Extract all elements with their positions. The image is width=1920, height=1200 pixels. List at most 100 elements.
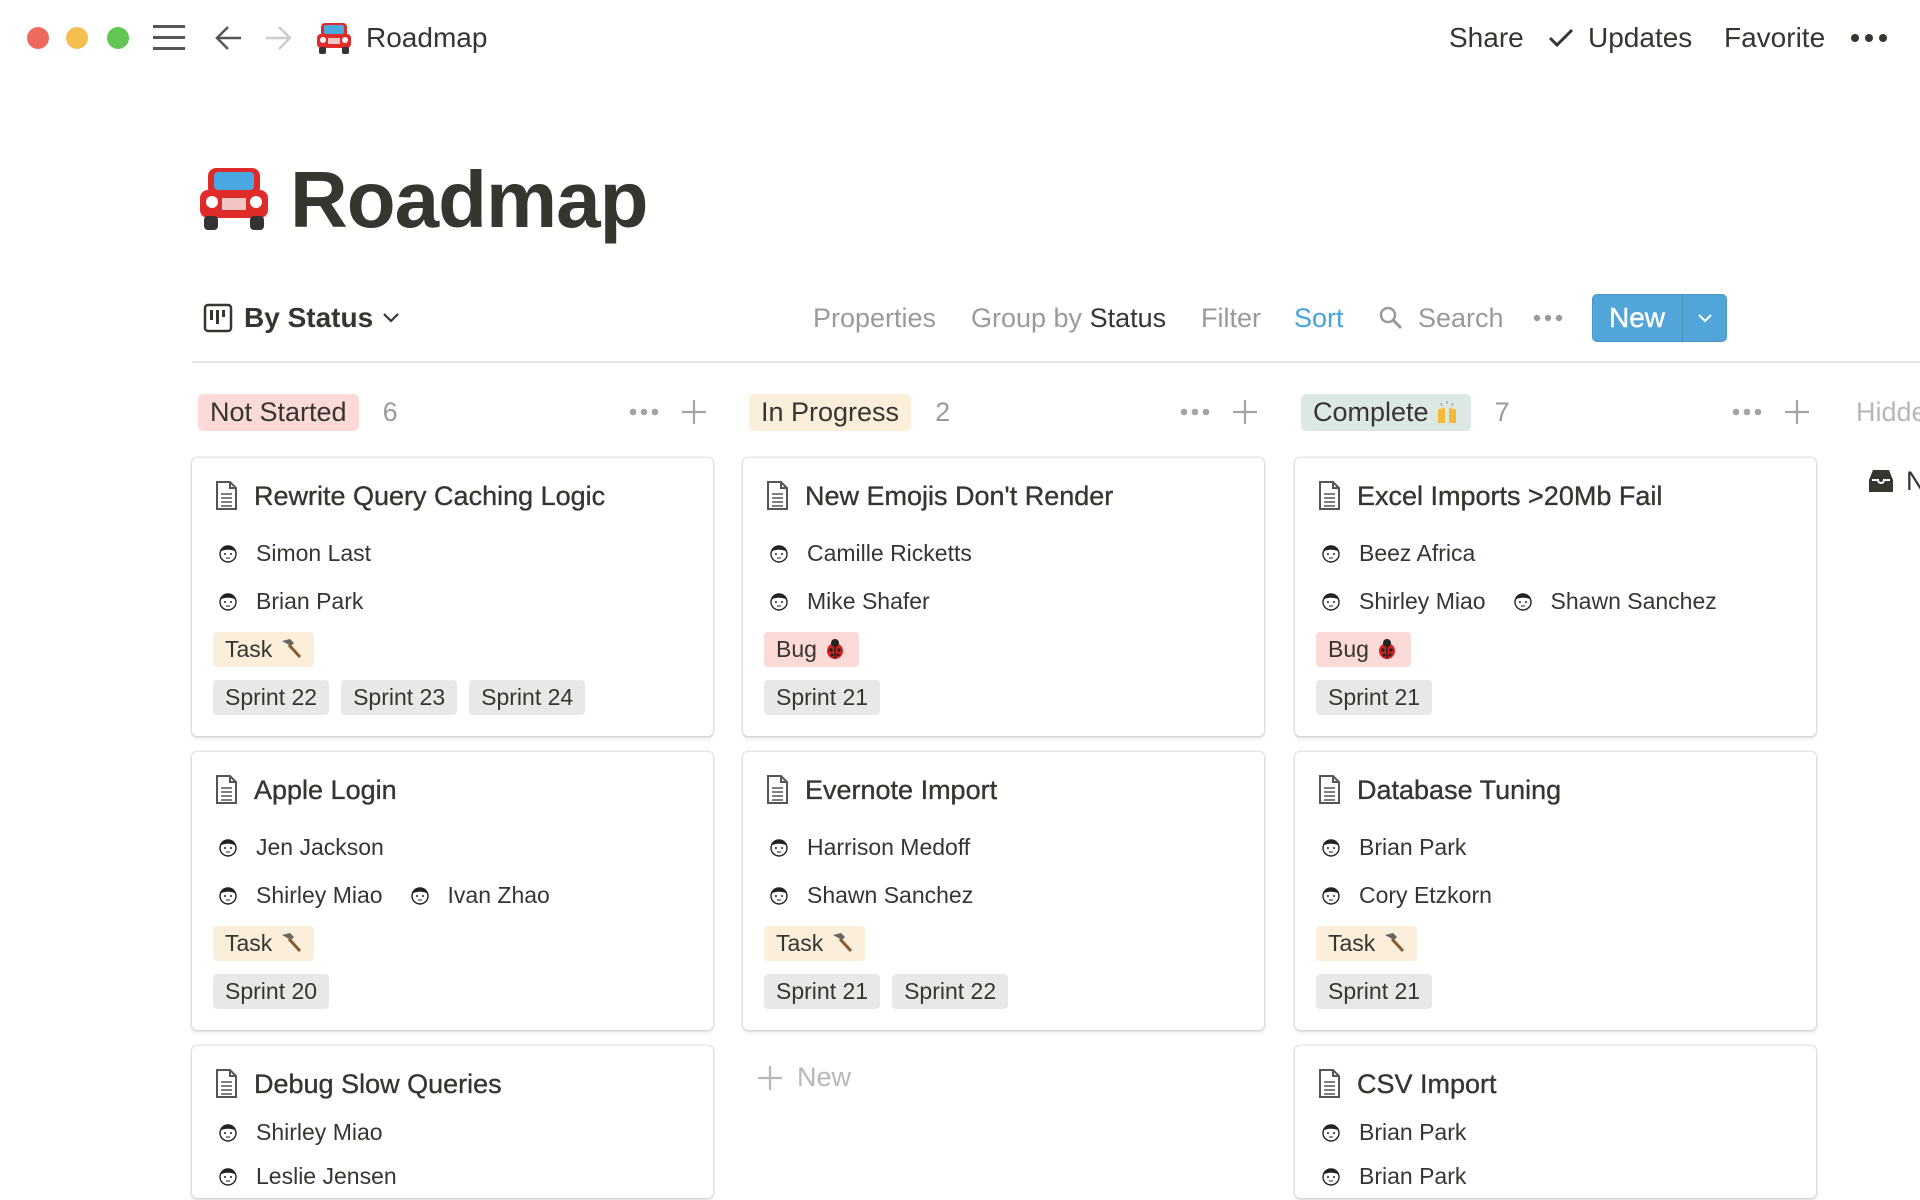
sprint-row: Sprint 21: [1316, 673, 1796, 721]
type-tag: Task: [213, 631, 315, 667]
board-card[interactable]: Excel Imports >20Mb Fail Beez Africa Shirl…: [1295, 458, 1816, 736]
person-row: Brian Park: [1316, 1110, 1796, 1154]
person-row: Shirley Miao Shawn Sanchez: [1316, 577, 1796, 625]
board-view-icon: [203, 303, 233, 333]
back-arrow-icon[interactable]: [215, 24, 243, 52]
group-tag-in-progress[interactable]: In Progress: [749, 393, 912, 431]
person-row: Brian Park: [213, 577, 693, 625]
board-card[interactable]: CSV Import Brian Park Brian Park: [1295, 1046, 1816, 1198]
sprint-tag: Sprint 20: [213, 973, 330, 1009]
avatar-icon: [1322, 887, 1340, 905]
group-by-button[interactable]: Group by Status: [971, 300, 1166, 336]
page-icon: [1319, 1069, 1340, 1098]
sprint-tag: Sprint 21: [764, 973, 881, 1009]
card-title: Excel Imports >20Mb Fail: [1357, 480, 1663, 511]
group-add-icon[interactable]: [1232, 399, 1258, 425]
group-header: Complete 7: [1301, 393, 1822, 431]
forward-arrow-icon[interactable]: [264, 24, 292, 52]
sprint-tag: Sprint 21: [764, 679, 881, 715]
person-name: Shawn Sanchez: [807, 881, 974, 908]
group-add-icon[interactable]: [1784, 399, 1810, 425]
group-actions: [1732, 399, 1810, 425]
group-count: 2: [935, 396, 951, 427]
new-button-group: New: [1592, 294, 1727, 342]
person-row: Brian Park: [1316, 823, 1796, 871]
close-window-button[interactable]: [27, 27, 49, 49]
menu-icon[interactable]: [153, 24, 185, 52]
board-card[interactable]: Debug Slow Queries Shirley Miao Leslie Jen…: [192, 1046, 713, 1198]
group-add-icon[interactable]: [681, 399, 707, 425]
board-card[interactable]: Database Tuning Brian Park Cory Etzkorn Tas…: [1295, 752, 1816, 1030]
hidden-group-item[interactable]: N: [1906, 462, 1920, 500]
board-card[interactable]: Apple Login Jen Jackson Shirley Miao Ivan Z…: [192, 752, 713, 1030]
favorite-button[interactable]: Favorite: [1724, 20, 1825, 56]
add-new-card-button[interactable]: New: [757, 1062, 851, 1093]
avatar-icon: [1322, 1168, 1340, 1186]
person-name: Brian Park: [1359, 833, 1467, 860]
card-title-row: CSV Import: [1316, 1064, 1796, 1104]
view-more-icon[interactable]: [1533, 314, 1563, 322]
page-icon: [216, 775, 237, 804]
person-name: Cory Etzkorn: [1359, 881, 1492, 908]
person-name: Mike Shafer: [807, 587, 930, 614]
hammer-icon: [1385, 933, 1405, 953]
person-row: Jen Jackson: [213, 823, 693, 871]
filter-button[interactable]: Filter: [1201, 300, 1261, 336]
car-icon: [317, 23, 351, 54]
share-button[interactable]: Share: [1449, 20, 1524, 56]
group-tag-not-started[interactable]: Not Started: [198, 393, 359, 431]
person: Ivan Zhao: [405, 882, 550, 909]
card-title-row: Database Tuning: [1316, 770, 1796, 810]
new-dropdown-button[interactable]: [1682, 294, 1727, 342]
page-icon-car[interactable]: [196, 164, 272, 232]
avatar-icon: [219, 1124, 237, 1142]
card-title: Evernote Import: [805, 774, 998, 805]
board-card[interactable]: Rewrite Query Caching Logic Simon Last Bri…: [192, 458, 713, 736]
avatar-icon: [410, 887, 429, 905]
type-tag: Task: [1316, 925, 1418, 961]
raised-hands-icon: [1437, 401, 1456, 423]
hammer-icon: [833, 933, 853, 953]
properties-button[interactable]: Properties: [813, 300, 936, 336]
person-name: Simon Last: [256, 539, 372, 566]
sprint-tag: Sprint 21: [1316, 679, 1433, 715]
sort-button[interactable]: Sort: [1294, 300, 1344, 336]
type-row: Bug: [1316, 625, 1796, 673]
person-name: Jen Jackson: [256, 833, 384, 860]
card-title-row: Evernote Import: [764, 770, 1244, 810]
group-header: In Progress 2: [749, 393, 1270, 431]
search-button[interactable]: Search: [1418, 300, 1504, 336]
group-more-icon[interactable]: [1180, 408, 1210, 416]
group-tag-complete[interactable]: Complete: [1301, 393, 1471, 431]
type-tag: Bug: [1316, 631, 1411, 667]
page-icon: [216, 1069, 237, 1098]
minimize-window-button[interactable]: [66, 27, 88, 49]
person: Simon Last: [213, 540, 371, 567]
card-title-row: Apple Login: [213, 770, 693, 810]
hidden-groups-label[interactable]: Hidden: [1856, 393, 1920, 431]
page-icon: [1319, 481, 1340, 510]
person-name: Ivan Zhao: [447, 881, 550, 908]
group-count: 7: [1494, 396, 1510, 427]
person: Jen Jackson: [213, 834, 384, 861]
breadcrumb-title[interactable]: Roadmap: [366, 20, 487, 56]
board-card[interactable]: Evernote Import Harrison Medoff Shawn Sanc…: [743, 752, 1264, 1030]
page-title[interactable]: Roadmap: [290, 150, 648, 250]
person: Brian Park: [1316, 834, 1466, 861]
group-more-icon[interactable]: [1732, 408, 1762, 416]
avatar-icon: [1322, 839, 1340, 857]
zoom-window-button[interactable]: [107, 27, 129, 49]
person: Shirley Miao: [213, 1119, 383, 1146]
group-actions: [1180, 399, 1258, 425]
new-button[interactable]: New: [1592, 294, 1682, 342]
board-card[interactable]: New Emojis Don't Render Camille Ricketts M…: [743, 458, 1264, 736]
updates-button[interactable]: Updates: [1588, 20, 1692, 56]
card-title-row: Rewrite Query Caching Logic: [213, 476, 693, 516]
group-more-icon[interactable]: [629, 408, 659, 416]
person-row: Beez Africa: [1316, 529, 1796, 577]
group-label: In Progress: [761, 396, 900, 427]
type-label: Task: [225, 635, 273, 662]
more-icon[interactable]: [1850, 33, 1888, 43]
card-title: Apple Login: [254, 774, 397, 805]
view-selector[interactable]: By Status: [203, 300, 401, 336]
